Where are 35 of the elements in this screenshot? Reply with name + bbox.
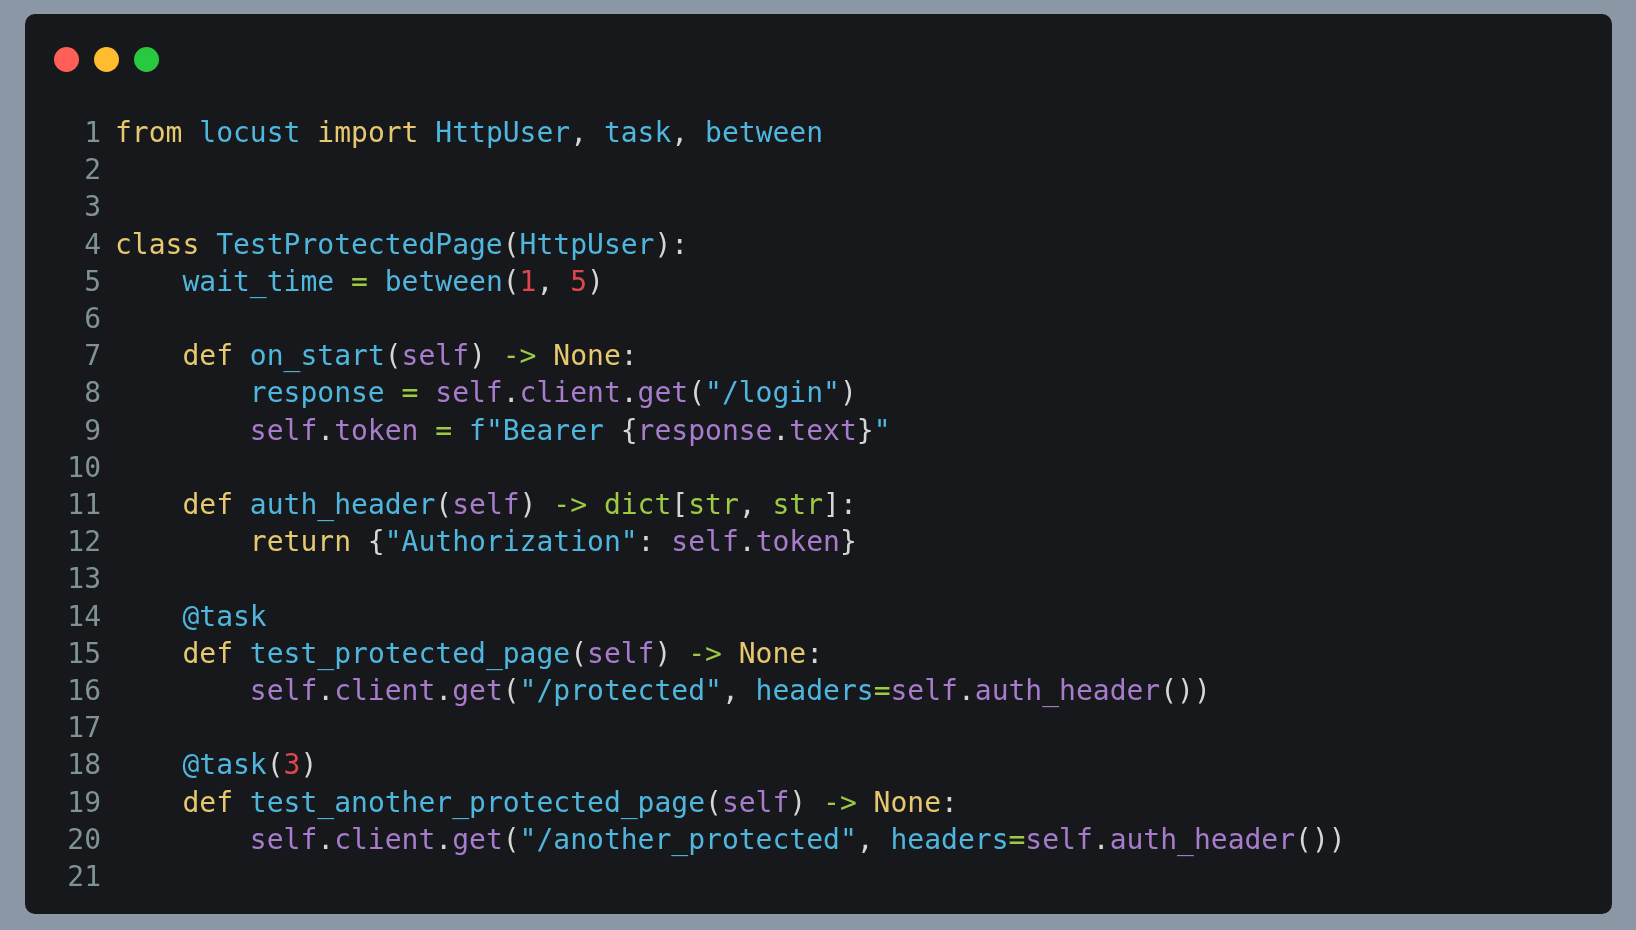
code-line: self.client.get("/another_protected", headers=self.auth_header()) <box>248 821 1346 858</box>
line-number: 5 <box>83 263 101 300</box>
code-line: def test_another_protected_page(self) -> None: <box>181 784 958 821</box>
code-line: self.token = f"Bearer {response.text}" <box>248 412 891 449</box>
line-number: 20 <box>66 821 101 858</box>
code-line: self.client.get("/protected", headers=self.auth_header()) <box>248 673 1211 710</box>
line-number: 4 <box>83 226 101 263</box>
line-number: 7 <box>83 338 101 375</box>
line-number: 11 <box>66 487 101 524</box>
code-line: def on_start(self) -> None: <box>181 338 638 375</box>
line-number: 6 <box>83 301 101 337</box>
line-number: 16 <box>66 673 101 710</box>
line-number: 12 <box>66 524 101 561</box>
line-number: 19 <box>66 784 101 821</box>
code-line: @task <box>181 598 267 635</box>
code-line: return {"Authorization": self.token} <box>248 524 857 561</box>
line-number: 15 <box>66 635 101 672</box>
line-number: 1 <box>83 115 101 151</box>
line-number: 3 <box>83 189 101 226</box>
line-number: 9 <box>83 412 101 449</box>
line-number: 21 <box>66 859 101 896</box>
code-line: wait_time = between(1, 5) <box>181 263 604 300</box>
line-number: 17 <box>66 710 101 747</box>
code-line: from locust import HttpUser, task, between <box>115 115 824 151</box>
line-number: 10 <box>66 449 101 486</box>
code-line: response = self.client.get("/login") <box>248 375 857 412</box>
line-number: 2 <box>83 152 101 189</box>
line-number: 13 <box>66 561 101 598</box>
code-line: class TestProtectedPage(HttpUser): <box>115 226 689 263</box>
code-line: def test_protected_page(self) -> None: <box>181 635 824 672</box>
line-number: 14 <box>66 598 101 635</box>
code-line: def auth_header(self) -> dict[str, str]: <box>181 487 857 524</box>
line-number: 18 <box>66 747 101 784</box>
line-number: 8 <box>83 375 101 412</box>
code-line: @task(3) <box>181 747 318 784</box>
